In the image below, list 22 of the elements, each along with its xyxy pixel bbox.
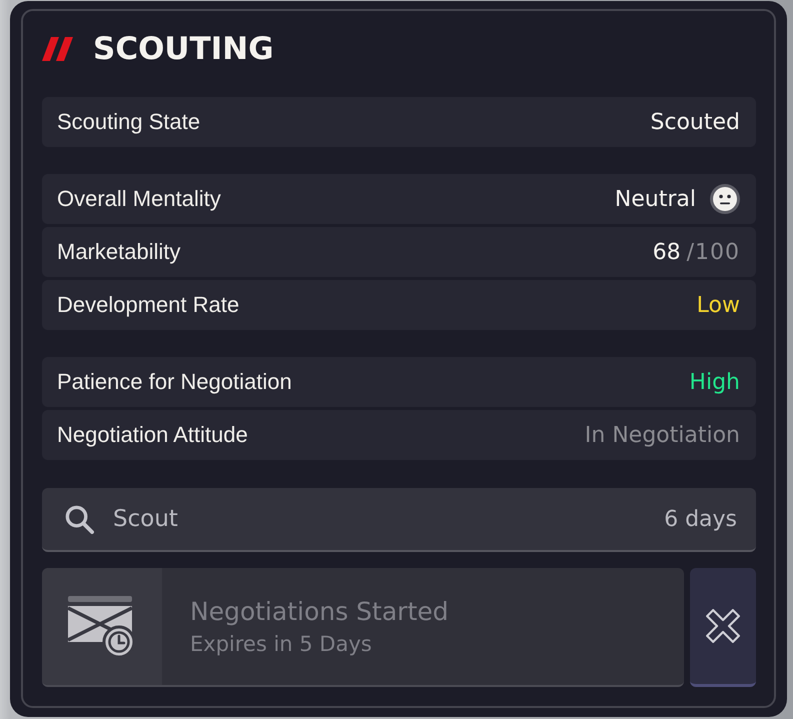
row-value: Low bbox=[696, 292, 740, 318]
notification-subtitle: Expires in 5 Days bbox=[190, 632, 373, 656]
row-label: Patience for Negotiation bbox=[57, 369, 293, 395]
row-value: Scouted bbox=[650, 110, 740, 134]
scout-duration: 6 days bbox=[664, 506, 737, 532]
neutral-face-icon bbox=[710, 184, 740, 214]
row-label: Negotiation Attitude bbox=[57, 422, 249, 448]
dismiss-button[interactable] bbox=[690, 568, 756, 687]
score-value: 68 bbox=[652, 240, 681, 264]
row-value: High bbox=[689, 370, 740, 394]
scout-button[interactable]: Scout 6 days bbox=[42, 488, 756, 552]
row-label: Development Rate bbox=[57, 292, 240, 318]
row-label: Marketability bbox=[57, 239, 182, 265]
row-value: In Negotiation bbox=[584, 422, 740, 448]
row-label: Scouting State bbox=[57, 109, 202, 135]
row-label: Overall Mentality bbox=[57, 186, 222, 212]
panel-title: SCOUTING bbox=[93, 31, 274, 67]
close-icon bbox=[706, 609, 740, 643]
row-value: Neutral bbox=[614, 186, 696, 212]
notification-title: Negotiations Started bbox=[190, 597, 448, 626]
search-icon bbox=[65, 504, 94, 534]
score-maximum: /100 bbox=[686, 240, 740, 264]
